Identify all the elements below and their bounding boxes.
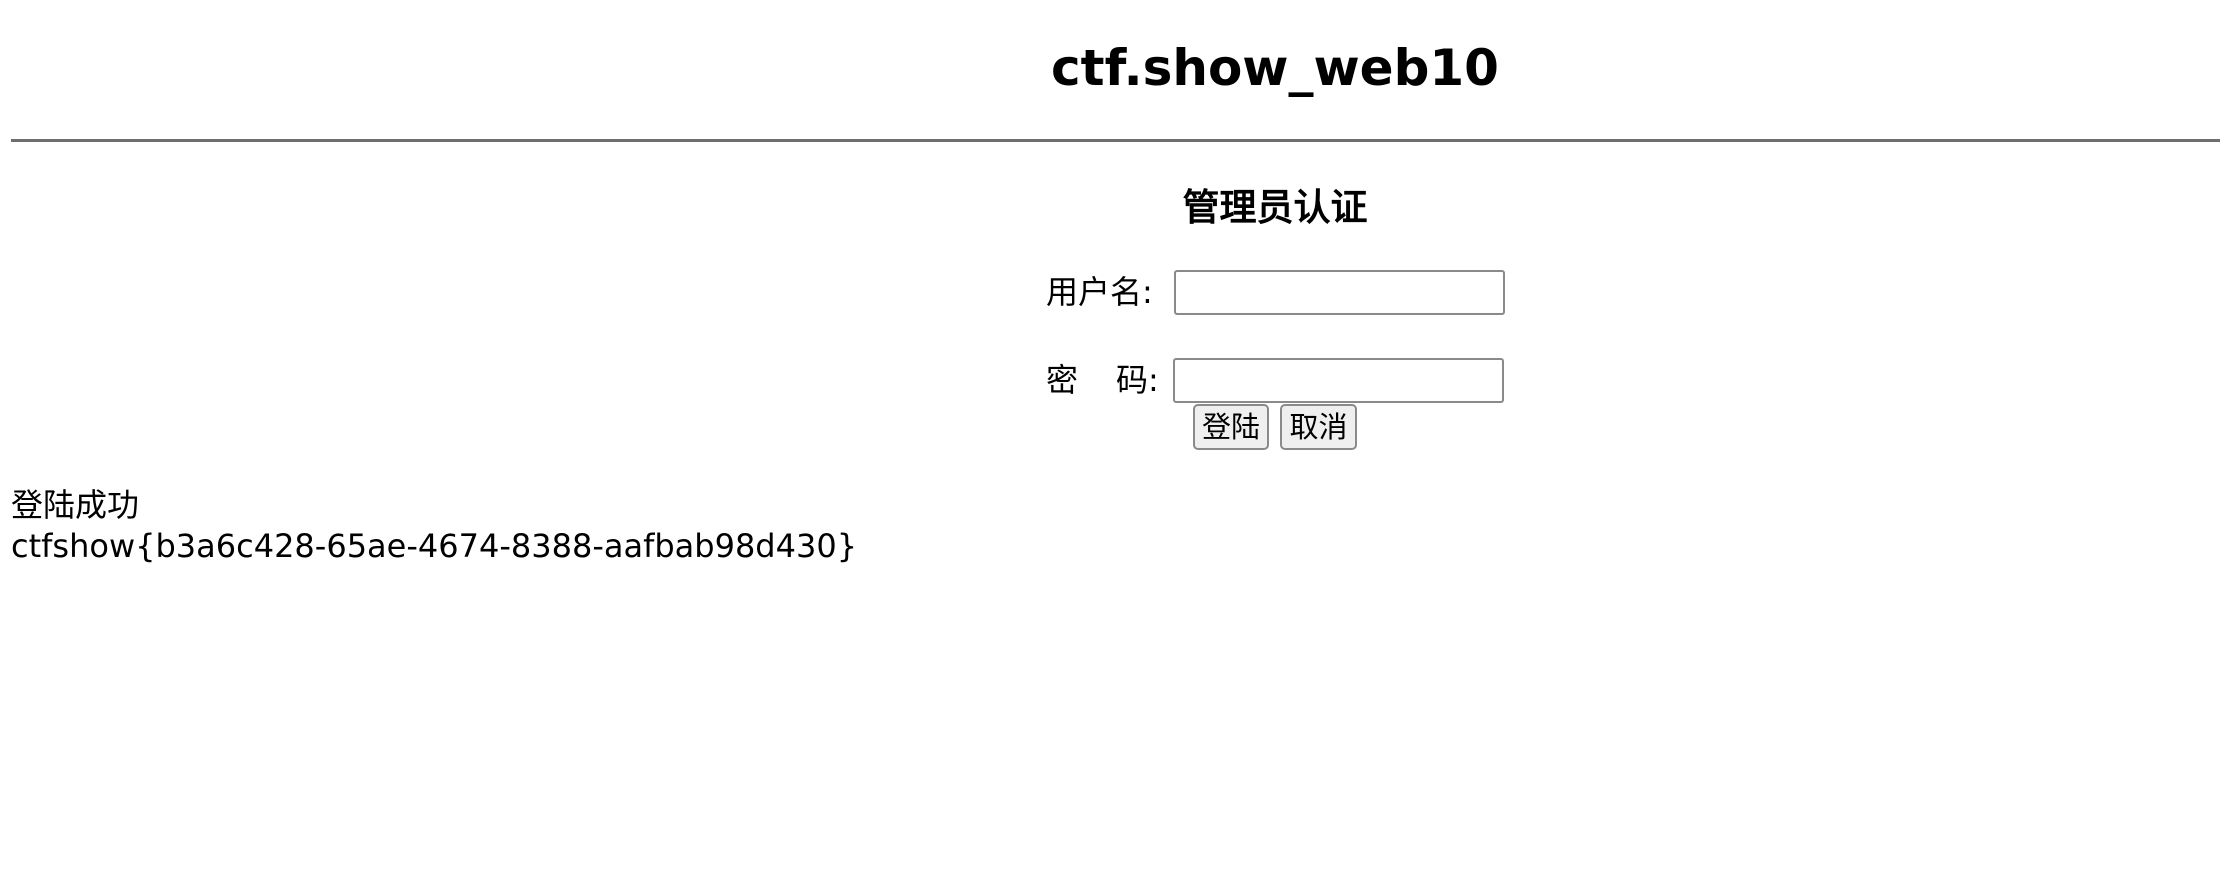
password-input[interactable] <box>1173 358 1504 403</box>
login-button[interactable]: 登陆 <box>1193 404 1269 450</box>
cancel-button[interactable]: 取消 <box>1280 404 1357 450</box>
flag-text: ctfshow{b3a6c428-65ae-4674-8388-aafbab98… <box>11 527 858 565</box>
username-label: 用户名: <box>1046 273 1153 311</box>
password-label-first: 密 <box>1046 361 1079 399</box>
page: ctf.show_web10 管理员认证 用户名: 密码: 登陆 取消 登陆成功… <box>0 0 2220 892</box>
login-status-text: 登陆成功 <box>11 486 140 524</box>
form-heading: 管理员认证 <box>1182 186 1368 229</box>
username-input[interactable] <box>1174 270 1505 315</box>
site-title: ctf.show_web10 <box>1051 39 1499 97</box>
password-label-second: 码: <box>1116 361 1159 399</box>
password-label: 密码: <box>1046 360 1159 400</box>
header-divider <box>11 139 2220 142</box>
